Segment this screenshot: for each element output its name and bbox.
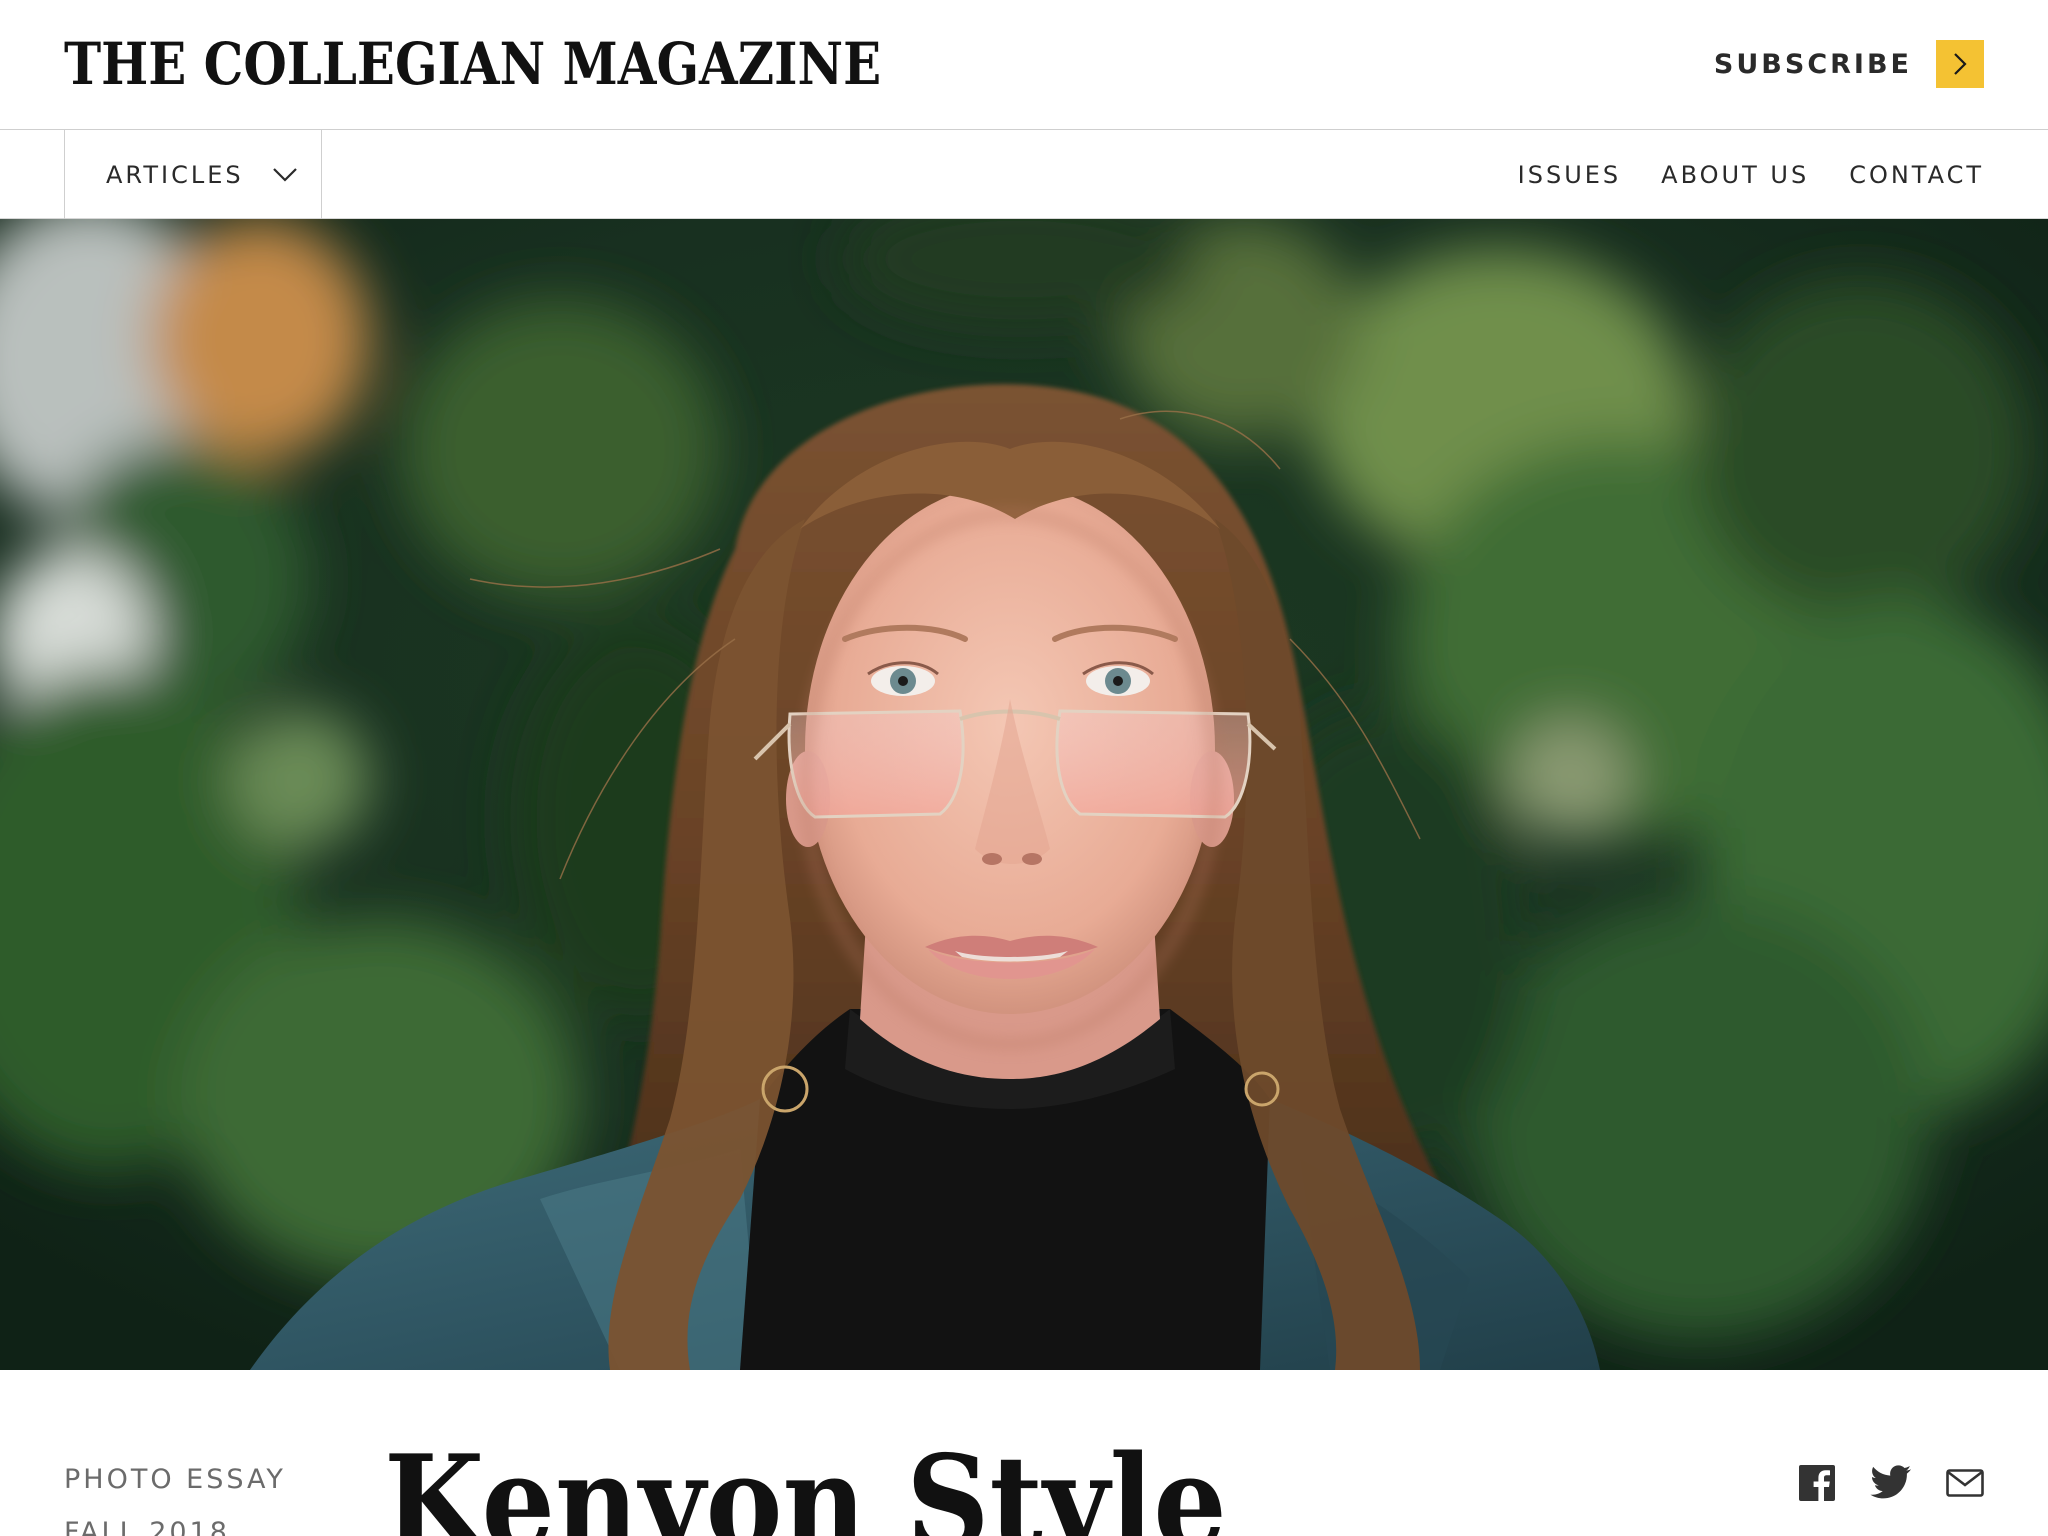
nav-link-contact[interactable]: CONTACT bbox=[1849, 161, 1984, 189]
subscribe-button[interactable]: SUBSCRIBE bbox=[1714, 40, 1984, 88]
nav-link-about-us[interactable]: ABOUT US bbox=[1661, 161, 1809, 189]
subscribe-label: SUBSCRIBE bbox=[1713, 48, 1912, 80]
email-icon[interactable] bbox=[1946, 1469, 1984, 1497]
share-buttons bbox=[1764, 1464, 1984, 1502]
portrait-photo bbox=[0, 219, 2048, 1370]
twitter-icon[interactable] bbox=[1870, 1465, 1912, 1501]
articles-dropdown[interactable]: ARTICLES bbox=[64, 130, 322, 219]
article-title: Kenyon Style bbox=[384, 1428, 1227, 1536]
article-category[interactable]: PHOTO ESSAY bbox=[64, 1464, 286, 1495]
article-issue[interactable]: FALL 2018 bbox=[64, 1517, 230, 1536]
hero-image bbox=[0, 219, 2048, 1370]
facebook-icon[interactable] bbox=[1798, 1464, 1836, 1502]
articles-dropdown-label: ARTICLES bbox=[106, 160, 244, 189]
nav-links: ISSUES ABOUT US CONTACT bbox=[1478, 130, 1984, 219]
masthead: THE COLLEGIAN MAGAZINE SUBSCRIBE bbox=[0, 0, 2048, 130]
nav-link-issues[interactable]: ISSUES bbox=[1518, 161, 1622, 189]
chevron-right-icon bbox=[1936, 40, 1984, 88]
article-header: PHOTO ESSAY FALL 2018 Kenyon Style bbox=[0, 1370, 2048, 1536]
chevron-down-icon bbox=[272, 167, 298, 183]
main-nav: ARTICLES ISSUES ABOUT US CONTACT bbox=[0, 130, 2048, 219]
site-logo[interactable]: THE COLLEGIAN MAGAZINE bbox=[64, 26, 881, 102]
